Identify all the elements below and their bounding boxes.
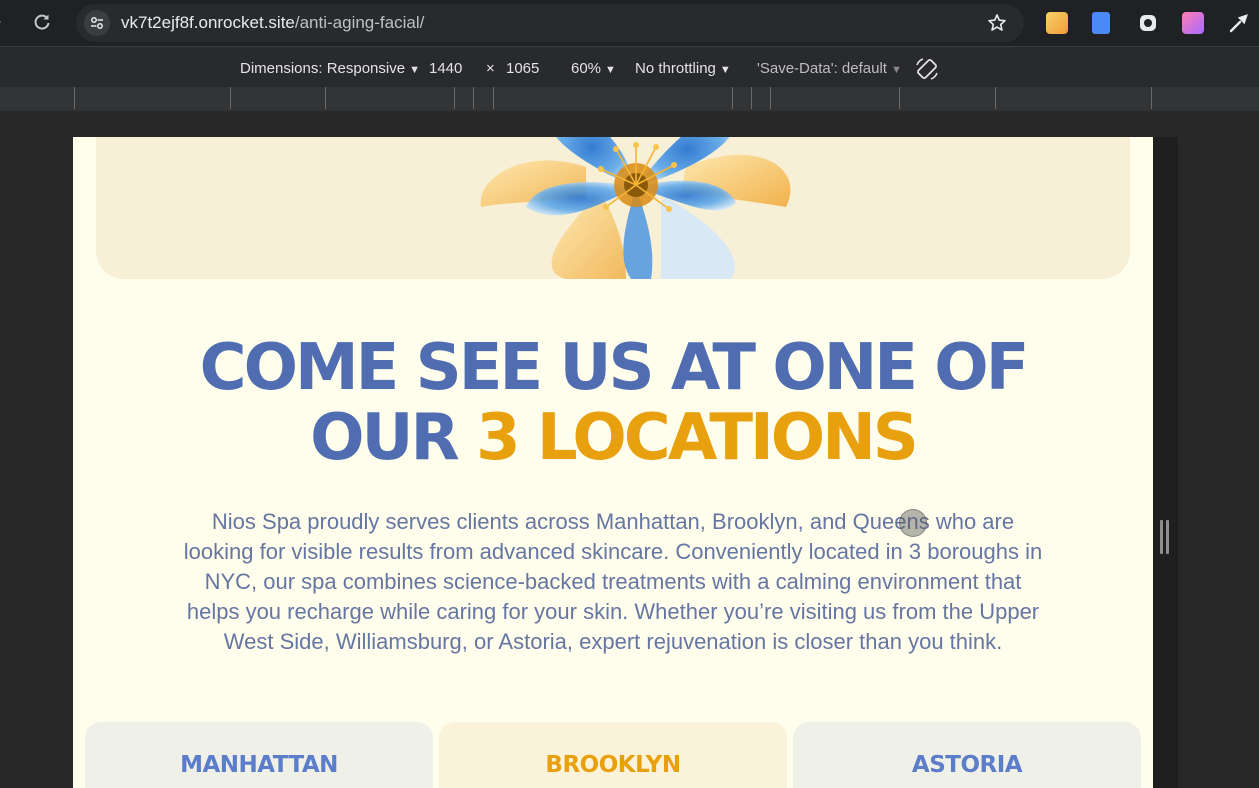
- location-card-manhattan[interactable]: MANHATTAN: [85, 722, 433, 788]
- eyedropper-icon[interactable]: [1228, 12, 1250, 34]
- devtools-device-toolbar: Dimensions: Responsive ▼ 1440 × 1065 60% ▼…: [0, 46, 1259, 87]
- height-input[interactable]: 1065: [506, 61, 539, 77]
- locations-headline: COME SEE US AT ONE OF OUR 3 LOCATIONS: [73, 333, 1153, 473]
- dimensions-label: Dimensions: Responsive: [240, 60, 406, 77]
- hero-image-card: [96, 137, 1130, 279]
- caret-down-icon: ▼: [719, 64, 731, 76]
- url-path: /anti-aging-facial/: [294, 13, 425, 32]
- url-text[interactable]: vk7t2ejf8f.onrocket.site/anti-aging-faci…: [121, 14, 424, 32]
- caret-down-icon: ▼: [890, 64, 902, 76]
- location-card-brooklyn[interactable]: BROOKLYN: [439, 722, 787, 788]
- zoom-value: 60%: [571, 60, 602, 77]
- headline-line2-prefix: OUR: [310, 401, 477, 475]
- address-bar[interactable]: vk7t2ejf8f.onrocket.site/anti-aging-faci…: [76, 4, 1024, 42]
- extension-notes-icon[interactable]: [1046, 12, 1068, 34]
- location-name: BROOKLYN: [545, 752, 681, 778]
- bookmark-star-button[interactable]: [986, 12, 1008, 34]
- star-icon: [988, 14, 1006, 31]
- location-name: MANHATTAN: [180, 752, 338, 778]
- extension-gradient-icon[interactable]: [1182, 12, 1204, 34]
- extension-docs-icon[interactable]: [1092, 12, 1110, 34]
- tune-icon: [91, 17, 103, 29]
- viewport-right-gutter: [1153, 137, 1178, 788]
- zoom-dropdown[interactable]: 60% ▼: [571, 61, 616, 78]
- times-separator: ×: [486, 60, 495, 77]
- throttling-dropdown[interactable]: No throttling ▼: [635, 61, 731, 78]
- location-card-astoria[interactable]: ASTORIA: [793, 722, 1141, 788]
- rotate-device-button[interactable]: [914, 56, 940, 82]
- location-name: ASTORIA: [911, 752, 1023, 778]
- mouse-cursor-indicator: [899, 509, 927, 537]
- extension-camera-icon[interactable]: [1137, 12, 1159, 34]
- dimensions-dropdown[interactable]: Dimensions: Responsive ▼: [240, 61, 420, 78]
- flower-illustration: [480, 137, 791, 279]
- caret-down-icon: ▼: [409, 64, 420, 76]
- width-input[interactable]: 1440: [429, 61, 462, 77]
- url-host: vk7t2ejf8f.onrocket.site: [121, 13, 295, 32]
- viewport-resize-handle[interactable]: [1160, 520, 1169, 554]
- reload-button[interactable]: [30, 10, 54, 34]
- caret-down-icon: ▼: [605, 64, 616, 76]
- reload-icon: [34, 14, 50, 30]
- browser-toolbar: › vk7t2ejf8f.onrocket.site/anti-aging-fa…: [0, 0, 1259, 46]
- headline-line1: COME SEE US AT ONE OF: [199, 331, 1030, 405]
- emulated-page: COME SEE US AT ONE OF OUR 3 LOCATIONS Ni…: [73, 137, 1153, 788]
- save-data-dropdown[interactable]: 'Save-Data': default ▼: [757, 61, 902, 78]
- site-info-button[interactable]: [84, 10, 110, 36]
- headline-accent: 3 LOCATIONS: [476, 401, 919, 475]
- save-data-value: 'Save-Data': default: [757, 60, 887, 77]
- throttling-value: No throttling: [635, 60, 716, 77]
- rotate-icon: [916, 58, 938, 80]
- media-query-ruler[interactable]: [0, 87, 1259, 112]
- back-arrow-icon[interactable]: ›: [0, 14, 6, 30]
